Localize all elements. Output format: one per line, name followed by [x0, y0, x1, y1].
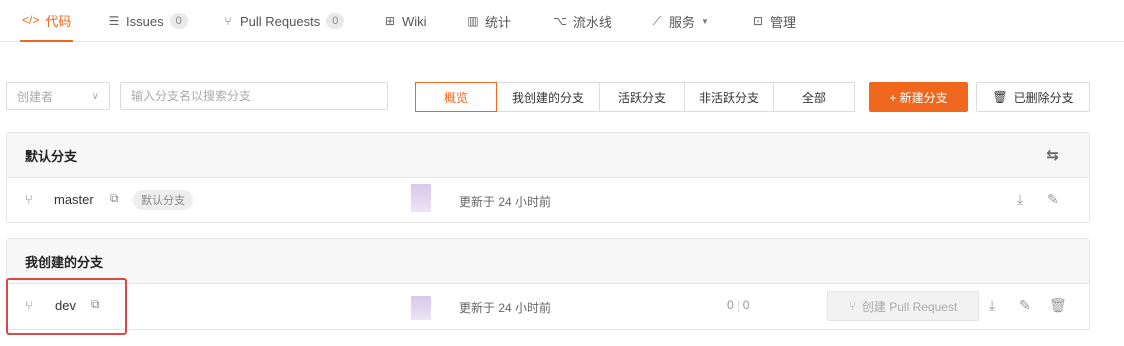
tab-manage[interactable]: ⊡ 管理 [752, 0, 796, 42]
pull-request-icon: ⑂ [224, 14, 232, 28]
branch-name-link[interactable]: dev [55, 298, 76, 313]
pull-request-icon: ⑂ [848, 299, 856, 313]
tab-pull-requests[interactable]: ⑂ Pull Requests 0 [222, 0, 345, 42]
creator-select[interactable]: 创建者 ∨ [6, 82, 110, 110]
bar-chart-icon: ▥ [467, 14, 479, 28]
trend-line-icon: ⟋ [652, 13, 662, 28]
tab-label: 服务 [669, 14, 696, 30]
behind-count: 0 [742, 298, 750, 312]
new-branch-button[interactable]: + 新建分支 [869, 82, 968, 112]
tab-stats[interactable]: ▥ 统计 [467, 0, 511, 42]
section-header: 我创建的分支 [7, 239, 1089, 284]
divider [737, 300, 739, 312]
chevron-down-icon: ∨ [91, 90, 99, 102]
download-icon[interactable]: ⤓ [989, 297, 995, 314]
create-pull-request-button[interactable]: ⑂ 创建 Pull Request [827, 291, 979, 321]
deleted-branches-button[interactable]: 🗑 已删除分支 [976, 82, 1090, 112]
deleted-branches-label: 已删除分支 [1013, 90, 1074, 105]
tab-label: Wiki [402, 13, 427, 29]
creator-select-placeholder: 创建者 [17, 89, 54, 104]
tab-label: Pull Requests [240, 13, 321, 29]
edit-icon[interactable]: ✎ [1047, 191, 1059, 208]
new-branch-label: + 新建分支 [889, 90, 948, 105]
updated-time: 更新于 24 小时前 [459, 195, 552, 209]
branch-name-link[interactable]: master [54, 192, 94, 207]
tab-pipeline[interactable]: ⌥ 流水线 [553, 0, 612, 42]
issues-icon: ☰ [108, 14, 120, 28]
segment-active-branches[interactable]: 活跃分支 [599, 82, 685, 112]
code-icon: </> [22, 13, 40, 27]
tab-label: 流水线 [572, 14, 612, 30]
avatar [411, 296, 431, 320]
pipeline-icon: ⌥ [553, 14, 567, 28]
switch-arrows-icon[interactable]: ⇆ [1046, 146, 1059, 164]
download-icon[interactable]: ⤓ [1017, 191, 1023, 208]
manage-icon: ⊡ [752, 14, 764, 28]
create-pr-label: 创建 Pull Request [861, 299, 958, 314]
segment-overview[interactable]: 概览 [415, 82, 497, 112]
wiki-icon: ⊞ [384, 14, 396, 28]
avatar [411, 184, 431, 212]
tab-code[interactable]: </> 代码 [20, 0, 74, 42]
default-branch-badge: 默认分支 [133, 190, 193, 210]
branch-row: ⑂ master ⧉ 默认分支 更新于 24 小时前 ⤓ ✎ [7, 178, 1089, 222]
trash-icon: 🗑 [992, 90, 1008, 104]
tab-issues[interactable]: ☰ Issues 0 [108, 0, 188, 42]
ahead-behind-counter: 0 0 [727, 298, 749, 312]
segment-my-branches[interactable]: 我创建的分支 [496, 82, 600, 112]
branch-icon: ⑂ [25, 192, 33, 207]
copy-icon[interactable]: ⧉ [110, 191, 119, 206]
delete-icon[interactable]: 🗑 [1049, 297, 1067, 314]
tab-label: 代码 [45, 13, 72, 29]
branch-row: ⑂ dev ⧉ 更新于 24 小时前 0 0 ⑂ 创建 Pull Request… [7, 284, 1089, 328]
segment-inactive-branches[interactable]: 非活跃分支 [684, 82, 774, 112]
updated-time: 更新于 24 小时前 [459, 301, 552, 315]
default-branch-section: 默认分支 ⇆ ⑂ master ⧉ 默认分支 更新于 24 小时前 ⤓ ✎ [6, 132, 1090, 223]
caret-down-icon: ▼ [701, 16, 709, 26]
tab-label: Issues [126, 13, 164, 29]
tab-services[interactable]: ⟋ 服务 ▼ [651, 0, 709, 42]
branch-search-input[interactable] [120, 82, 388, 110]
branch-icon: ⑂ [25, 298, 33, 313]
section-title: 我创建的分支 [25, 254, 104, 270]
issues-count-badge: 0 [169, 13, 188, 29]
edit-icon[interactable]: ✎ [1019, 297, 1031, 314]
section-title: 默认分支 [25, 148, 78, 164]
copy-icon[interactable]: ⧉ [91, 297, 100, 312]
ahead-count: 0 [727, 298, 734, 312]
tab-label: 管理 [770, 14, 797, 30]
segment-all[interactable]: 全部 [773, 82, 855, 112]
pr-count-badge: 0 [326, 13, 345, 29]
repo-tab-nav: </> 代码 ☰ Issues 0 ⑂ Pull Requests 0 ⊞ Wi… [0, 0, 1124, 42]
tab-wiki[interactable]: ⊞ Wiki [384, 0, 427, 42]
section-header: 默认分支 ⇆ [7, 133, 1089, 178]
my-branches-section: 我创建的分支 ⑂ dev ⧉ 更新于 24 小时前 0 0 ⑂ 创建 Pull … [6, 238, 1090, 330]
tab-label: 统计 [485, 14, 512, 30]
